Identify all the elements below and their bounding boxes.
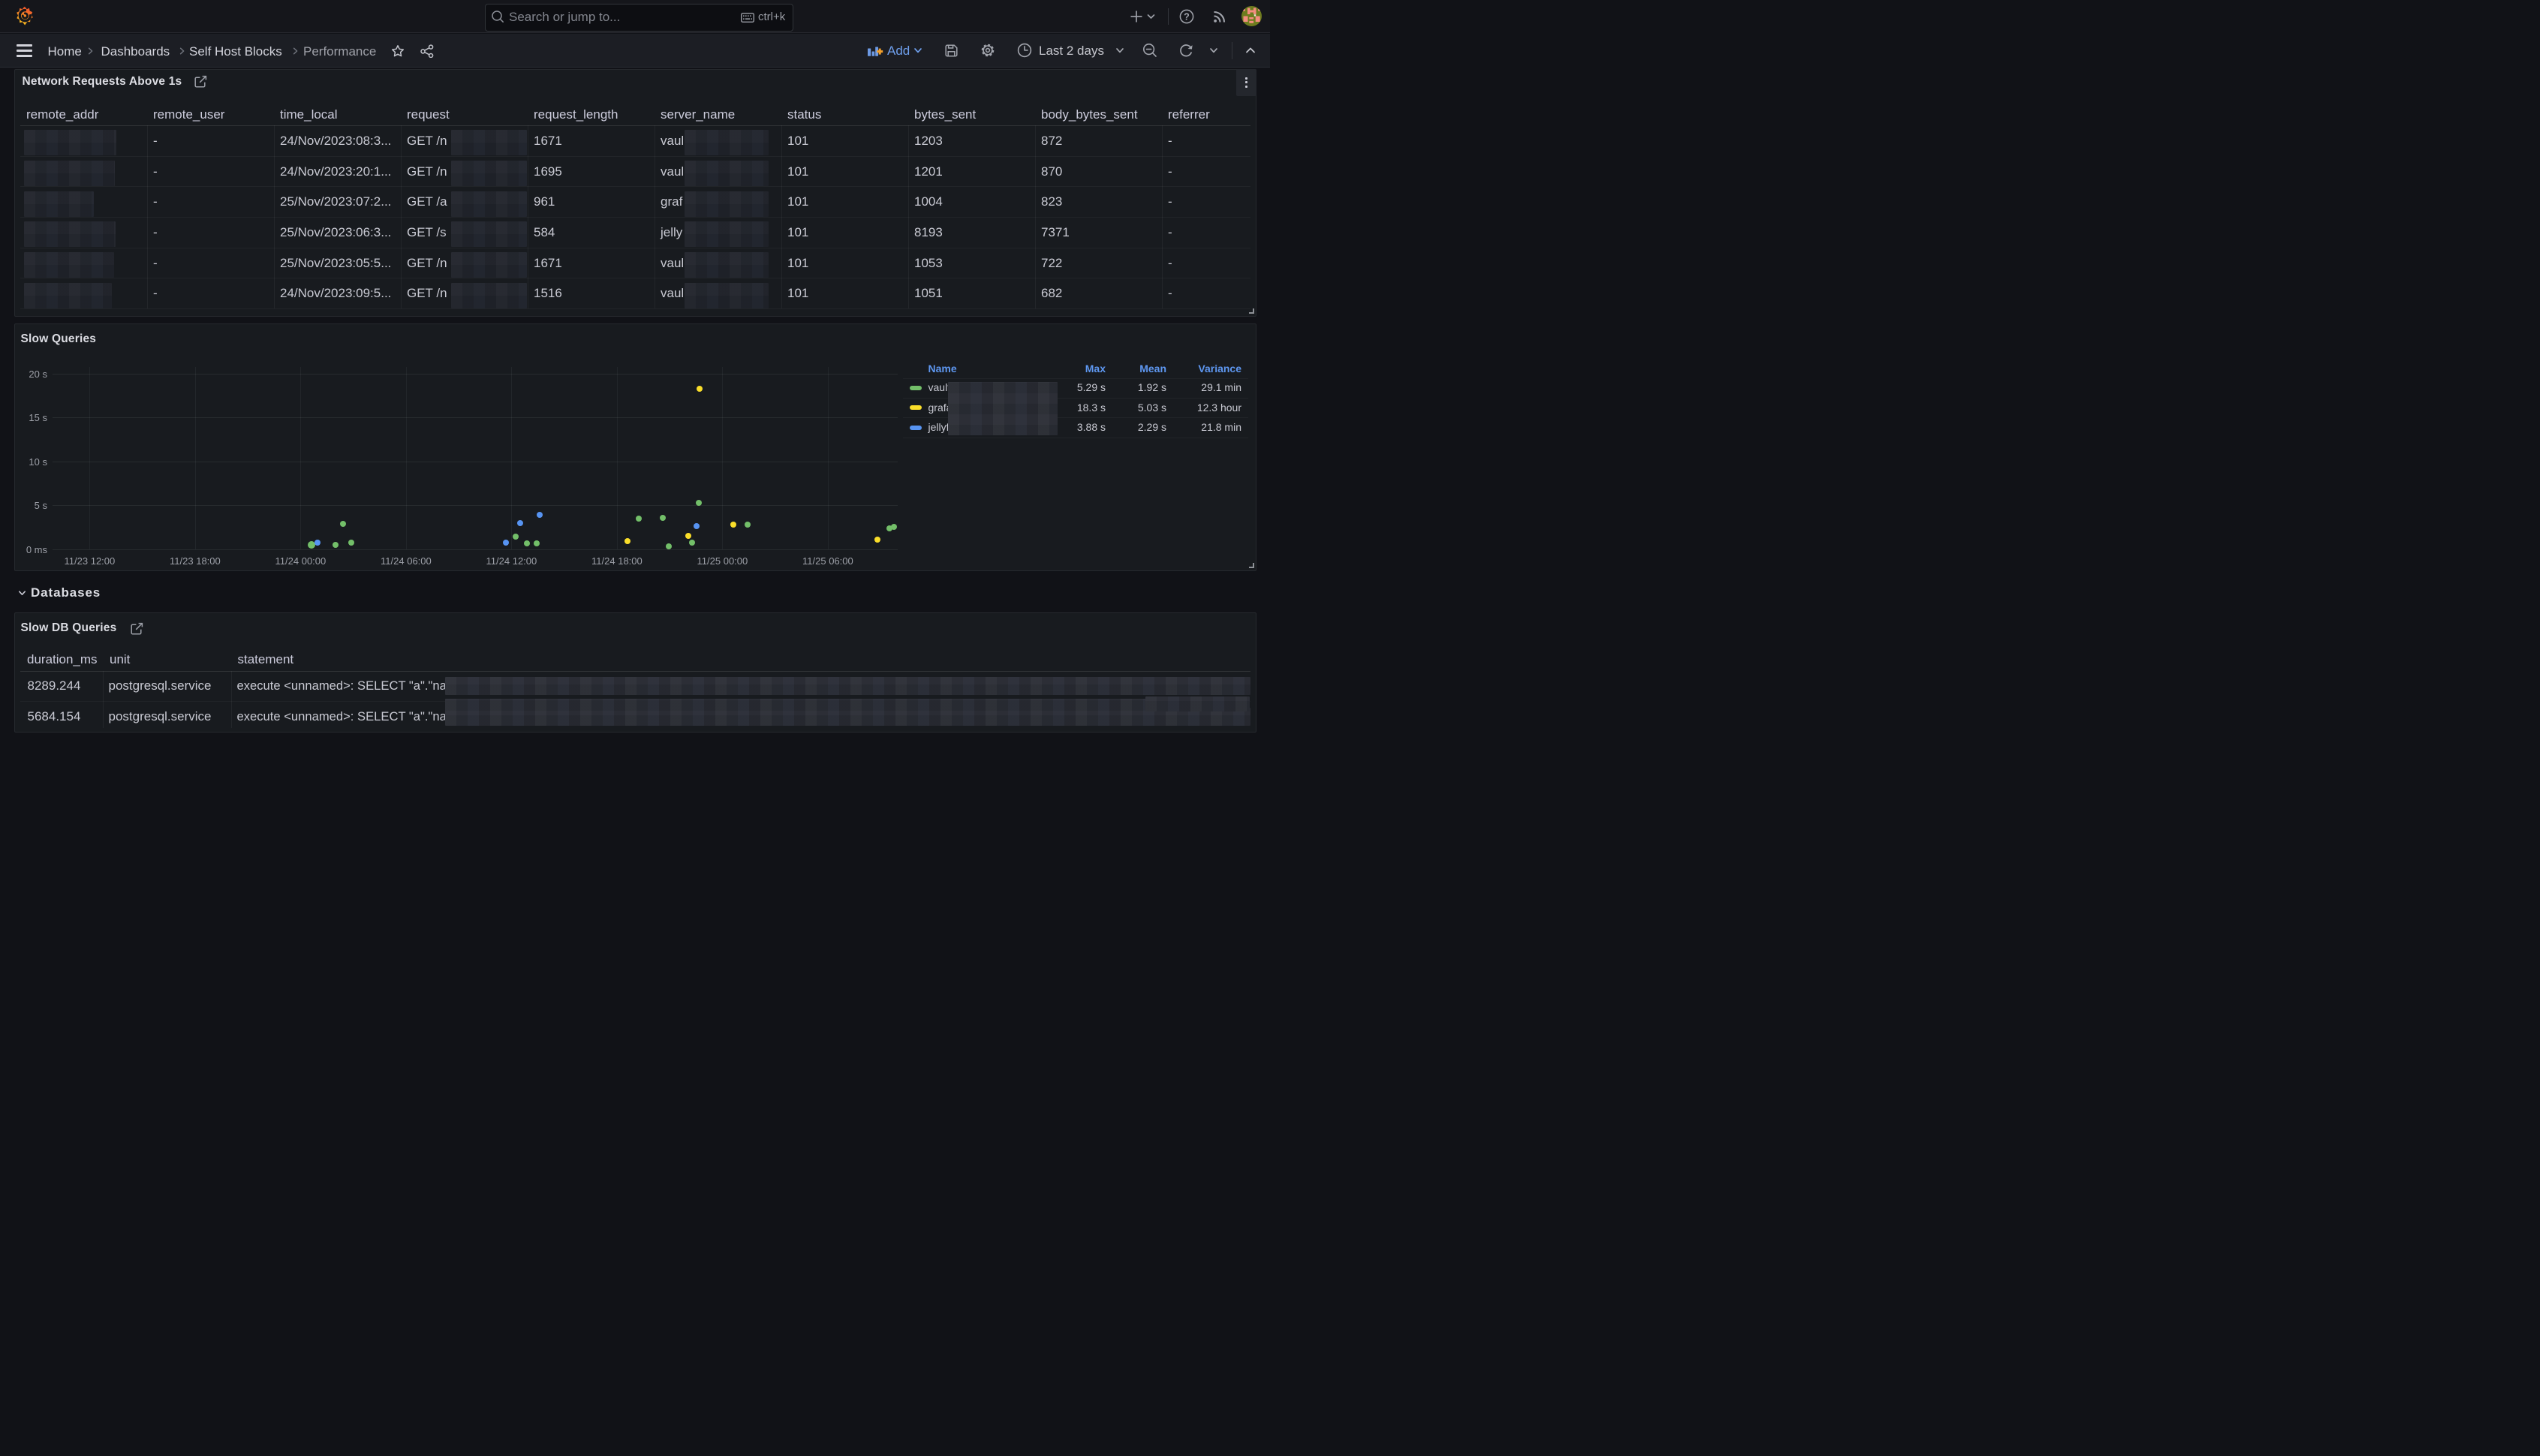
svg-text:?: ?: [1184, 11, 1190, 22]
